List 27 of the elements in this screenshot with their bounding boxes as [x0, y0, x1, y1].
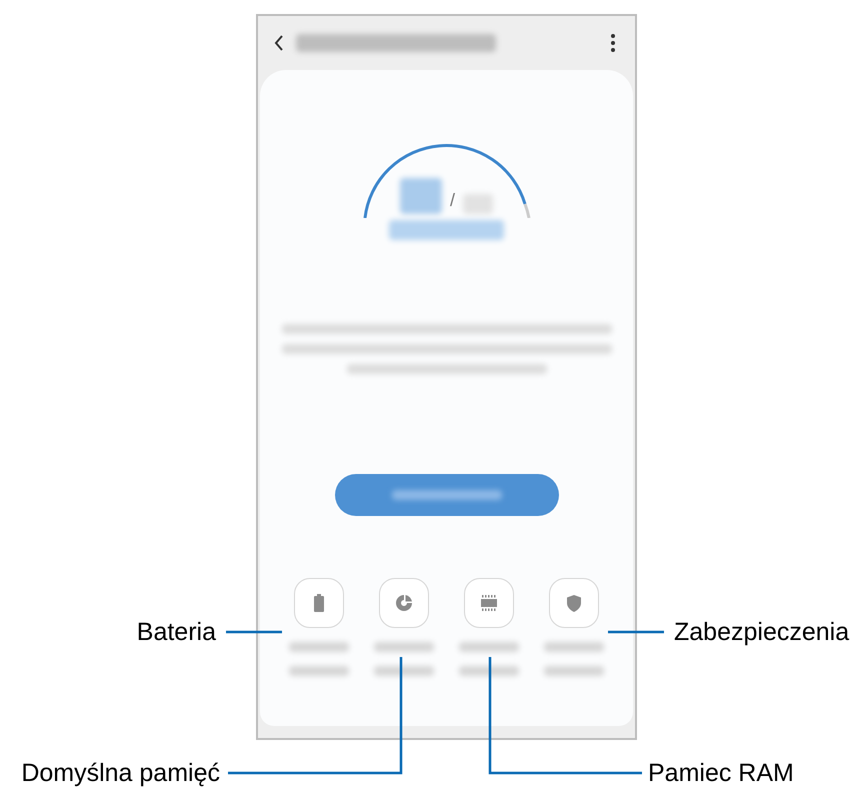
- memory-chip-icon: [480, 595, 498, 611]
- feature-button[interactable]: [464, 578, 514, 628]
- feature-button[interactable]: [378, 578, 429, 628]
- pie-chart-icon: [396, 595, 412, 611]
- blurred-text: [400, 178, 442, 214]
- callout-label: Zabezpieczenia: [674, 617, 850, 647]
- blurred-text: [288, 666, 349, 676]
- feature-button[interactable]: [294, 578, 344, 628]
- blurred-text: [459, 642, 520, 652]
- score-separator: /: [450, 189, 455, 212]
- blurred-text: [374, 642, 434, 652]
- leader-line: [608, 630, 664, 634]
- optimize-button[interactable]: [334, 474, 558, 516]
- battery-icon: [312, 594, 325, 612]
- leader-line: [226, 630, 282, 634]
- blurred-text: [544, 642, 604, 652]
- blurred-text: [463, 194, 493, 214]
- callout-label: Domyślna pamięć: [21, 758, 220, 788]
- blurred-text: [374, 666, 434, 676]
- callout-label: Pamiec RAM: [648, 758, 794, 788]
- feature-button[interactable]: [549, 578, 600, 628]
- blurred-text: [288, 642, 349, 652]
- blurred-text: [544, 666, 604, 676]
- callout-label: Bateria: [136, 617, 216, 647]
- blurred-text: [459, 666, 520, 676]
- back-button[interactable]: [274, 35, 284, 51]
- shield-icon: [567, 594, 582, 612]
